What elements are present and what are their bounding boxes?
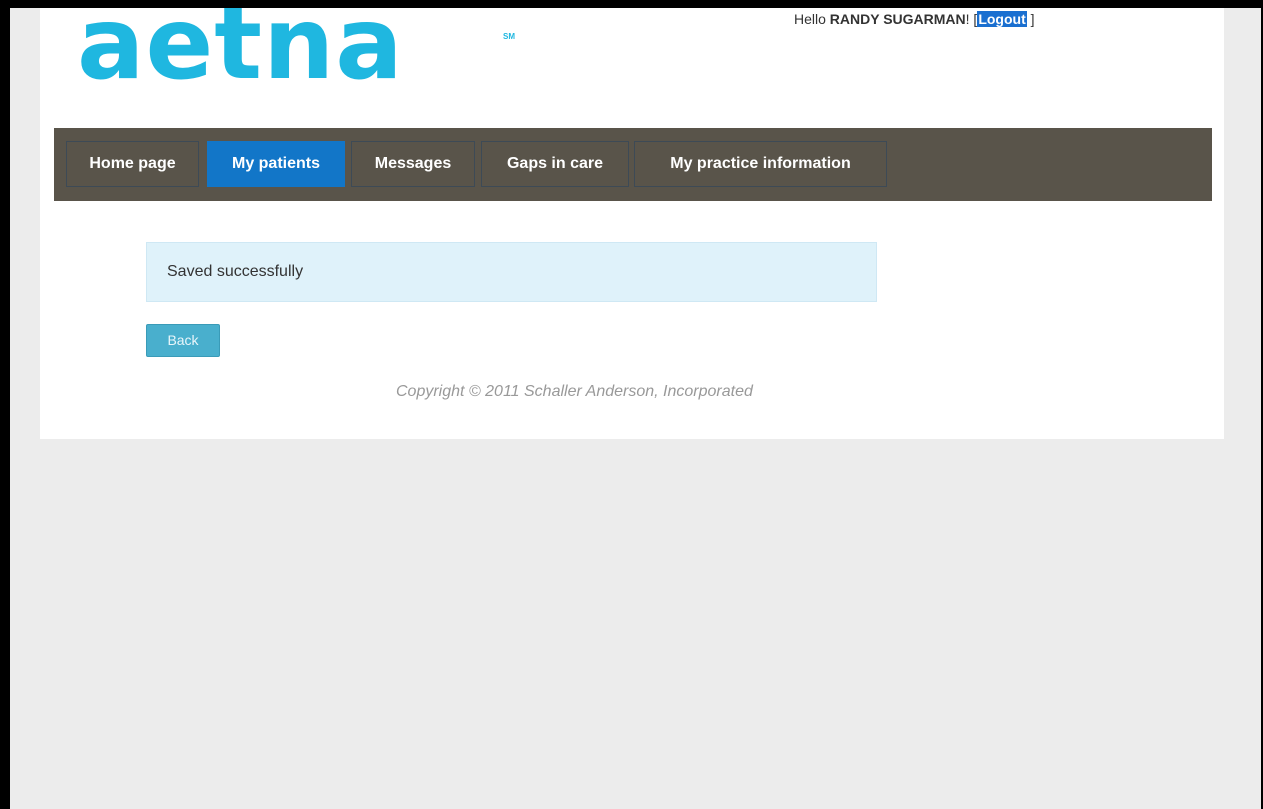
nav-home-page[interactable]: Home page [66, 141, 199, 187]
page-panel: aetna SM Hello RANDY SUGARMAN! [Logout ]… [40, 8, 1224, 439]
greeting-prefix: Hello [794, 11, 830, 27]
copyright-text: Copyright © 2011 Schaller Anderson, Inco… [396, 383, 753, 400]
aetna-logo: aetna [77, 8, 404, 102]
nav-my-patients[interactable]: My patients [207, 141, 345, 187]
success-alert: Saved successfully [146, 242, 877, 302]
screen-frame-left [0, 0, 10, 809]
nav-messages[interactable]: Messages [351, 141, 475, 187]
logout-link[interactable]: Logout [977, 11, 1027, 27]
nav-my-practice-information[interactable]: My practice information [634, 141, 887, 187]
greeting-suffix: ! [ [965, 11, 978, 27]
nav-gaps-in-care[interactable]: Gaps in care [481, 141, 629, 187]
user-name: RANDY SUGARMAN [829, 11, 966, 27]
main-navigation: Home page My patients Messages Gaps in c… [54, 128, 1212, 201]
browser-viewport: aetna SM Hello RANDY SUGARMAN! [Logout ]… [10, 8, 1261, 809]
back-button[interactable]: Back [146, 324, 220, 357]
service-mark: SM [503, 32, 515, 41]
user-greeting: Hello RANDY SUGARMAN! [Logout ] [794, 11, 1035, 27]
screen-frame-top [0, 0, 1263, 8]
greeting-close: ] [1026, 11, 1035, 27]
